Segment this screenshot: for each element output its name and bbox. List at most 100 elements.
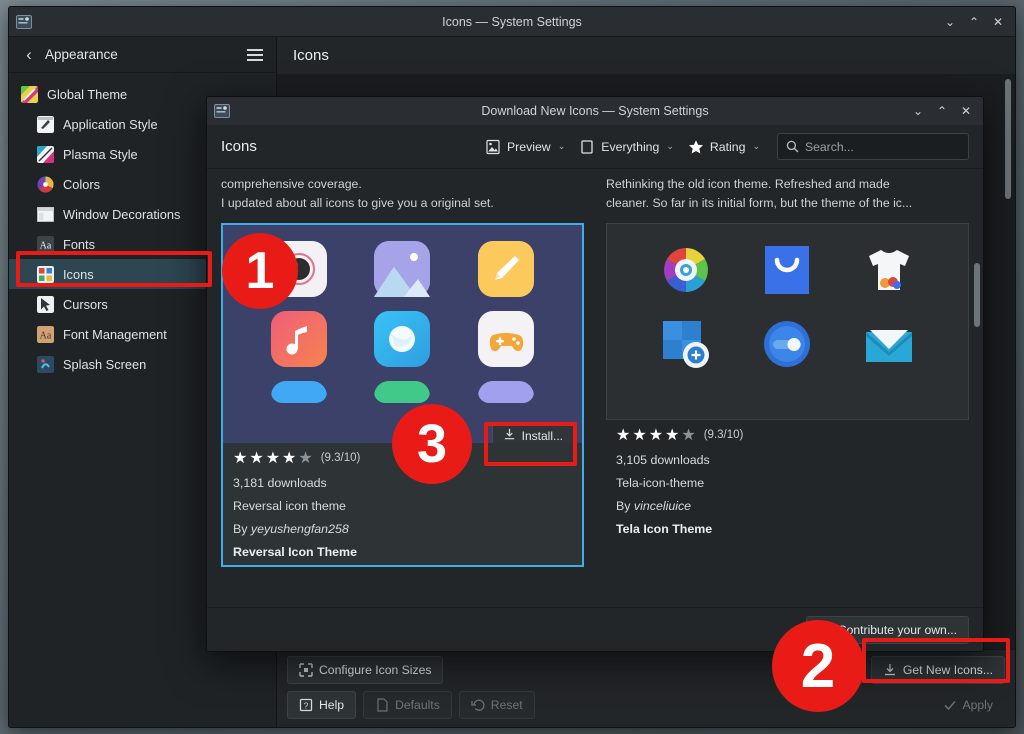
preview-image-icon xyxy=(485,139,501,155)
splash-screen-icon xyxy=(37,355,54,373)
install-button-wrap: Install... xyxy=(491,423,574,443)
entry-description-partial: comprehensive coverage. I updated about … xyxy=(221,177,494,210)
svg-text:Aa: Aa xyxy=(40,240,52,251)
dialog-footer: Contribute your own... xyxy=(207,607,983,651)
terminal-icon xyxy=(374,381,431,403)
search-icon xyxy=(786,140,799,153)
get-new-icons-label: Get New Icons... xyxy=(902,663,993,677)
rating-score: (9.3/10) xyxy=(320,452,361,465)
help-button[interactable]: ? Help xyxy=(287,691,357,719)
system-settings-icon xyxy=(15,13,33,31)
chevron-down-icon: ⌄ xyxy=(666,141,674,151)
minimize-icon[interactable]: ⌄ xyxy=(907,100,929,122)
get-new-icons-button[interactable]: Get New Icons... xyxy=(870,656,1005,684)
sidebar-item-label: Fonts xyxy=(63,236,96,252)
plasma-style-icon xyxy=(37,145,54,163)
chevron-left-icon[interactable]: ‹ xyxy=(19,46,39,63)
entry-card[interactable]: ★ ★ ★ ★ ★ (9.3/10) 3,105 downloads Tela-… xyxy=(606,223,969,542)
star-icon: ★ xyxy=(282,450,297,467)
entry-name: Reversal icon theme xyxy=(233,499,346,513)
text-editor-icon xyxy=(478,241,535,297)
entry-downloads: 3,181 downloads xyxy=(233,476,327,490)
install-button[interactable]: Install... xyxy=(491,423,574,443)
minimize-icon[interactable]: ⌄ xyxy=(939,11,961,33)
filter-label: Everything xyxy=(601,139,660,154)
reset-button[interactable]: Reset xyxy=(458,691,535,719)
resize-icon xyxy=(299,663,313,677)
tshirt-icon xyxy=(861,242,917,298)
entry-column-left: comprehensive coverage. I updated about … xyxy=(221,169,584,607)
sort-button[interactable]: Rating ⌄ xyxy=(681,133,767,161)
star-icon: ★ xyxy=(249,450,264,467)
add-app-icon xyxy=(658,316,714,372)
defaults-label: Defaults xyxy=(395,698,440,712)
contribute-label: Contribute your own... xyxy=(837,622,957,637)
star-icon: ★ xyxy=(233,450,248,467)
preview-mode-button[interactable]: Preview ⌄ xyxy=(478,133,572,161)
help-label: Help xyxy=(319,698,345,712)
main-window-title: Icons — System Settings xyxy=(442,14,582,29)
maximize-icon[interactable]: ⌃ xyxy=(963,11,985,33)
star-icon: ★ xyxy=(616,427,631,444)
dialog-heading: Icons xyxy=(221,138,257,155)
maximize-icon[interactable]: ⌃ xyxy=(931,100,953,122)
dialog-title: Download New Icons — System Settings xyxy=(481,104,709,118)
help-icon: ? xyxy=(299,698,313,712)
search-input[interactable]: Search... xyxy=(777,133,969,160)
configure-icon-sizes-button[interactable]: Configure Icon Sizes xyxy=(287,656,444,684)
apply-button[interactable]: Apply xyxy=(931,691,1006,719)
dialog-scrollbar-thumb[interactable] xyxy=(974,263,980,327)
files-icon xyxy=(270,381,327,403)
annotation-badge-3: 3 xyxy=(392,404,472,484)
download-icon xyxy=(883,663,897,677)
main-window-controls: ⌄ ⌃ ✕ xyxy=(939,11,1009,33)
colors-icon xyxy=(37,175,54,193)
fonts-icon: Aa xyxy=(37,235,54,253)
mail-icon xyxy=(861,316,917,372)
star-icon: ★ xyxy=(648,427,664,444)
author-name: yeyushengfan258 xyxy=(250,522,349,536)
configure-icon-sizes-label: Configure Icon Sizes xyxy=(319,663,432,677)
entry-author: By vinceliuice xyxy=(616,499,959,513)
page-title: Icons xyxy=(277,37,1015,75)
search-placeholder: Search... xyxy=(805,139,854,154)
sidebar-item-label: Icons xyxy=(63,266,94,282)
download-icon xyxy=(503,428,516,443)
filter-button[interactable]: Everything ⌄ xyxy=(572,133,681,161)
content-scrollbar[interactable] xyxy=(1003,79,1013,645)
hamburger-menu-icon[interactable] xyxy=(244,44,266,66)
entry-preview xyxy=(606,223,969,420)
chevron-down-icon: ⌄ xyxy=(752,141,760,151)
desktop-background: Icons — System Settings ⌄ ⌃ ✕ ‹ Appearan… xyxy=(0,0,1024,734)
entry-downloads: 3,105 downloads xyxy=(616,453,710,467)
defaults-button[interactable]: Defaults xyxy=(363,691,452,719)
window-decorations-icon xyxy=(37,206,54,223)
annotation-badge-1: 1 xyxy=(222,233,298,309)
star-icon xyxy=(688,139,704,155)
document-revert-icon xyxy=(375,698,389,712)
close-icon[interactable]: ✕ xyxy=(955,100,977,122)
star-icon: ★ xyxy=(632,427,647,444)
star-half-icon: ★ xyxy=(681,427,696,444)
content-scrollbar-thumb[interactable] xyxy=(1005,79,1011,199)
filter-box-icon xyxy=(579,139,595,155)
sidebar-item-label: Splash Screen xyxy=(63,356,147,372)
browser-icon xyxy=(374,311,431,367)
icons-icon xyxy=(37,265,54,283)
entry-name: Tela-icon-theme xyxy=(616,476,705,490)
sidebar-item-label: Font Management xyxy=(63,326,167,342)
author-name: vinceliuice xyxy=(633,499,692,513)
annotation-badge-2: 2 xyxy=(772,620,864,712)
star-icon: ★ xyxy=(665,427,680,444)
toggle-settings-icon xyxy=(759,316,815,372)
close-icon[interactable]: ✕ xyxy=(987,11,1009,33)
svg-text:Aa: Aa xyxy=(40,330,52,341)
chevron-down-icon: ⌄ xyxy=(557,141,566,151)
games-icon xyxy=(478,311,535,367)
sidebar-item-label: Global Theme xyxy=(47,86,128,102)
download-new-icons-dialog: Download New Icons — System Settings ⌄ ⌃… xyxy=(206,96,984,652)
dialog-scrollbar[interactable] xyxy=(972,169,982,607)
dialog-toolbar: Icons Preview ⌄ Everything ⌄ Rating ⌄ Se… xyxy=(207,125,983,169)
footer-row-bottom: ? Help Defaults Reset Apply xyxy=(287,691,1005,719)
entry-column-right: Rethinking the old icon theme. Refreshed… xyxy=(606,169,969,607)
